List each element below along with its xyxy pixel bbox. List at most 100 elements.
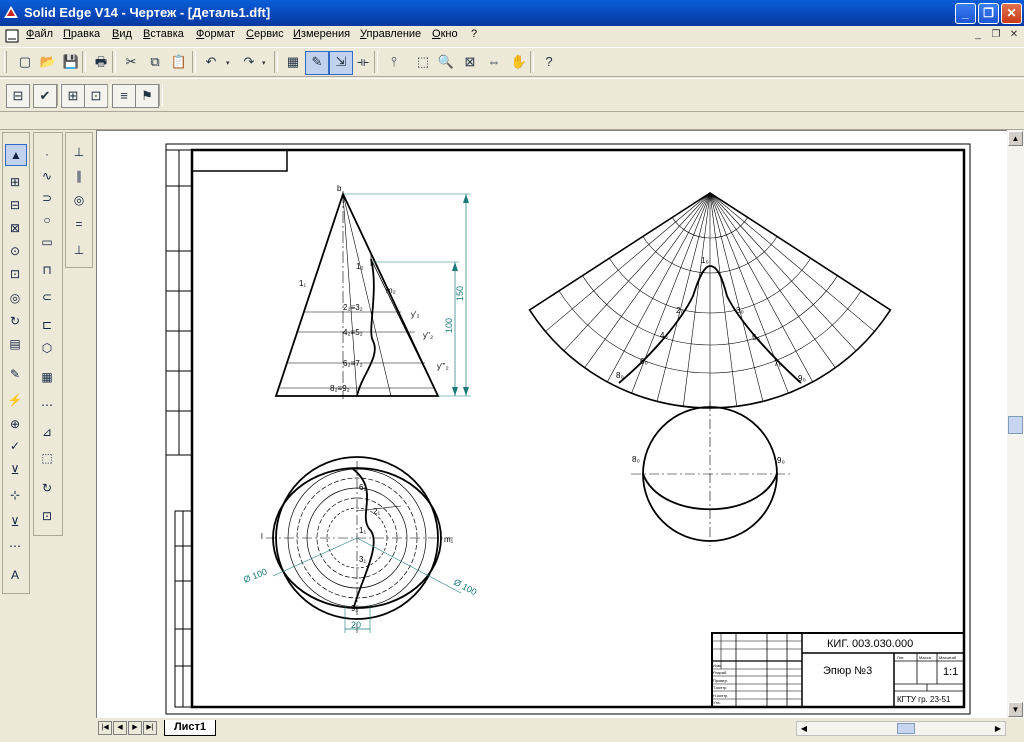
menu-file[interactable]: Файл [26,28,53,40]
document-icon[interactable] [4,28,20,44]
tool-b-9-icon[interactable]: ⬡ [37,338,57,358]
sheet-setup-icon[interactable]: ▦ [282,51,304,73]
check-icon[interactable]: ✔ [33,84,57,108]
menu-manage[interactable]: Управление [360,28,421,40]
tool-b-15-icon[interactable]: ⊡ [37,506,57,526]
tool-b-13-icon[interactable]: ⬚ [37,448,57,468]
tool-c-1-icon[interactable]: ⊥ [69,142,89,162]
tool-b-5-icon[interactable]: ▭ [37,232,57,252]
tool-a-13-icon[interactable]: ✓ [5,436,25,456]
horizontal-scrollbar[interactable]: ◀ ▶ [796,721,1006,736]
menu-service[interactable]: Сервис [246,28,284,40]
last-sheet-icon[interactable]: ▶| [143,721,157,735]
pan-icon[interactable]: ⇔ [483,51,505,73]
dimension-icon[interactable]: ⟛ [352,51,374,73]
next-sheet-icon[interactable]: ▶ [128,721,142,735]
tool-a-14-icon[interactable]: ⊻ [5,460,25,480]
tool-c-2-icon[interactable]: ∥ [69,166,89,186]
tool-b-14-icon[interactable]: ↻ [37,478,57,498]
restore-button[interactable]: ❐ [978,3,999,24]
tool-a-17-icon[interactable]: ⋯ [5,536,25,556]
scroll-right-arrow-icon[interactable]: ▶ [991,722,1005,735]
doc-minimize-button[interactable]: _ [970,28,986,42]
close-button[interactable]: ✕ [1001,3,1022,24]
tool-a-11-icon[interactable]: ⚡ [5,390,25,410]
tool-c-4-icon[interactable]: = [69,214,89,234]
zoom-area-icon[interactable]: ⬚ [412,51,434,73]
menu-window[interactable]: Окно [432,28,458,40]
flag-icon[interactable]: ⚑ [135,84,159,108]
tool-b-12-icon[interactable]: ⊿ [37,422,57,442]
print-icon[interactable]: 🖶 [90,51,112,73]
menu-help[interactable]: ? [471,28,477,40]
tool-a-16-icon[interactable]: ⊻ [5,512,25,532]
tool-a-6-icon[interactable]: ⊡ [5,264,25,284]
tool-b-6-icon[interactable]: ⊓ [37,260,57,280]
dropdown-arrow-icon[interactable]: ▾ [226,59,230,67]
layers-icon[interactable]: ≡ [112,84,136,108]
first-sheet-icon[interactable]: |◀ [98,721,112,735]
tool-b-2-icon[interactable]: ∿ [37,166,57,186]
prev-sheet-icon[interactable]: ◀ [113,721,127,735]
new-icon[interactable]: ▢ [14,51,36,73]
tool-b-8-icon[interactable]: ⊏ [37,315,57,335]
tool-a-8-icon[interactable]: ↻ [5,311,25,331]
tool-a-15-icon[interactable]: ⊹ [5,485,25,505]
help-icon[interactable]: ? [538,51,560,73]
scroll-left-arrow-icon[interactable]: ◀ [797,722,811,735]
scroll-thumb[interactable] [1008,416,1023,434]
cut-icon[interactable]: ✂ [120,51,142,73]
tool-a-18-icon[interactable]: A [5,565,25,585]
tool-b-10-icon[interactable]: ▦ [37,367,57,387]
sheet-tab-1[interactable]: Лист1 [164,720,216,736]
tool-b-7-icon[interactable]: ⊂ [37,287,57,307]
solid-edge-app-icon[interactable] [3,4,19,20]
filter-icon[interactable]: ⊟ [6,84,30,108]
pointer-icon[interactable]: ⫯ [383,51,405,73]
tool-a-7-icon[interactable]: ◎ [5,288,25,308]
tool-b-3-icon[interactable]: ⊃ [37,188,57,208]
zoom-icon[interactable]: 🔍 [435,51,457,73]
arrow-select-icon[interactable]: ⇲ [329,51,353,75]
tool-a-5-icon[interactable]: ⊙ [5,241,25,261]
tool-a-3-icon[interactable]: ⊟ [5,195,25,215]
dropdown-arrow-icon[interactable]: ▾ [262,59,266,67]
tool-a-10-icon[interactable]: ✎ [5,364,25,384]
dim-150: 150 [455,286,465,301]
tool-a-1-icon[interactable]: ▲ [5,144,27,166]
doc-restore-button[interactable]: ❐ [988,28,1004,42]
tool-c-5-icon[interactable]: ⊥ [69,240,89,260]
tool-a-9-icon[interactable]: ▤ [5,334,25,354]
tool-b-4-icon[interactable]: ○ [37,210,57,230]
tool-a-4-icon[interactable]: ⊠ [5,218,25,238]
redo-icon[interactable]: ↷ [238,51,260,73]
minimize-button[interactable]: _ [955,3,976,24]
grid2-icon[interactable]: ⊡ [84,84,108,108]
open-icon[interactable]: 📂 [37,51,59,73]
undo-icon[interactable]: ↶ [200,51,222,73]
fit-icon[interactable]: ⊠ [459,51,481,73]
menu-measure[interactable]: Измерения [293,28,350,40]
menu-format[interactable]: Формат [196,28,235,40]
scroll-down-arrow-icon[interactable]: ▼ [1008,702,1023,717]
menu-edit[interactable]: Правка [63,28,100,40]
hscroll-thumb[interactable] [897,723,915,734]
edit-icon[interactable]: ✎ [305,51,329,75]
tool-c-3-icon[interactable]: ◎ [69,190,89,210]
menu-view[interactable]: Вид [112,28,132,40]
tool-a-12-icon[interactable]: ⊕ [5,414,25,434]
pan-hand-icon[interactable]: ✋ [508,51,530,73]
tool-b-1-icon[interactable]: · [37,144,57,164]
drawing-canvas[interactable]: b 1₁ 1₂ m₂ 2₂≡3₂ 4₂≡5₂ 6₂≡7₂ 8₂≡9₂ y'₂ y… [96,130,1007,718]
menu-insert[interactable]: Вставка [143,28,184,40]
grid-icon[interactable]: ⊞ [61,84,85,108]
tool-b-11-icon[interactable]: ⋯ [37,395,57,415]
scroll-up-arrow-icon[interactable]: ▲ [1008,131,1023,146]
vertical-scrollbar[interactable]: ▲ ▼ [1007,130,1024,718]
paste-icon[interactable]: 📋 [168,51,190,73]
toolbar-grip[interactable] [4,51,7,73]
tool-a-2-icon[interactable]: ⊞ [5,172,25,192]
save-icon[interactable]: 💾 [60,51,82,73]
copy-icon[interactable]: ⧉ [144,51,166,73]
doc-close-button[interactable]: ✕ [1006,28,1022,42]
